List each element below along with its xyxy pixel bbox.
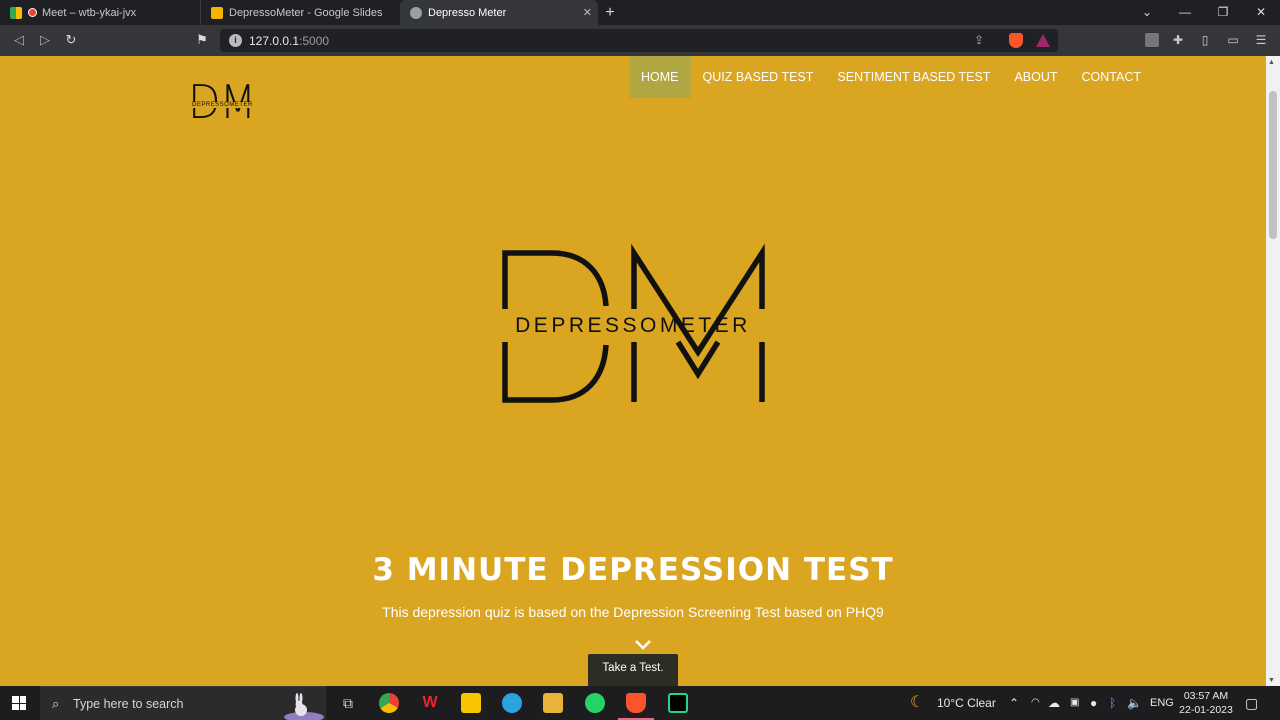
- browser-tab-strip: Meet – wtb-ykai-jvx DepressoMeter - Goog…: [0, 0, 1280, 25]
- minimize-icon[interactable]: —: [1166, 0, 1204, 25]
- taskbar-search[interactable]: ⌕ Type here to search: [40, 686, 326, 720]
- nav-contact[interactable]: CONTACT: [1070, 56, 1154, 98]
- web-page: DM DEPRESSOMETER HOME QUIZ BASED TEST SE…: [0, 56, 1266, 686]
- file-explorer-icon[interactable]: [543, 693, 563, 713]
- recording-icon: [28, 8, 37, 17]
- main-nav: HOME QUIZ BASED TEST SENTIMENT BASED TES…: [629, 56, 1153, 98]
- moon-weather-icon: ☾: [910, 694, 925, 711]
- logo-word: DEPRESSOMETER: [191, 102, 254, 108]
- maximize-icon[interactable]: ❐: [1204, 0, 1242, 25]
- address-bar[interactable]: i 127.0.0.1:5000 ⇪: [220, 29, 1058, 52]
- pycharm-icon[interactable]: [668, 693, 688, 713]
- nav-quiz-based-test[interactable]: QUIZ BASED TEST: [691, 56, 826, 98]
- hero-title: 3 MINUTE DEPRESSION TEST: [372, 552, 894, 588]
- show-hidden-icons[interactable]: ⌃: [1009, 686, 1019, 720]
- tab-title: Meet – wtb-ykai-jvx: [42, 6, 137, 19]
- site-logo[interactable]: DM DEPRESSOMETER: [188, 79, 256, 127]
- language-indicator[interactable]: ENG: [1150, 686, 1174, 720]
- new-tab-button[interactable]: +: [598, 0, 622, 25]
- close-tab-icon[interactable]: ✕: [583, 6, 592, 19]
- search-icon: ⌕: [52, 696, 60, 711]
- onedrive-icon[interactable]: ☁: [1048, 686, 1060, 720]
- puzzle-icon[interactable]: ✚: [1171, 33, 1185, 47]
- scrollbar-thumb[interactable]: [1269, 91, 1277, 239]
- search-placeholder: Type here to search: [73, 697, 184, 711]
- take-test-button[interactable]: Take a Test.: [588, 654, 678, 686]
- nav-home[interactable]: HOME: [629, 56, 691, 98]
- whatsapp-icon[interactable]: [585, 693, 605, 713]
- reload-icon[interactable]: ↻: [63, 32, 79, 48]
- nav-about[interactable]: ABOUT: [1002, 56, 1069, 98]
- nav-sentiment-based-test[interactable]: SENTIMENT BASED TEST: [825, 56, 1002, 98]
- url-text: 127.0.0.1:5000: [249, 34, 330, 48]
- windows-taskbar: ⌕ Type here to search ⧉ W ☾ 10°C Clear ⌃…: [0, 686, 1280, 720]
- extension-icon[interactable]: [1145, 33, 1159, 47]
- close-window-icon[interactable]: ✕: [1242, 0, 1280, 25]
- tab-google-slides[interactable]: DepressoMeter - Google Slides: [200, 0, 400, 25]
- bookmark-icon[interactable]: ⚑: [194, 32, 210, 48]
- weather-text[interactable]: 10°C Clear: [937, 686, 996, 720]
- notifications-icon[interactable]: ▢: [1245, 686, 1258, 720]
- share-icon[interactable]: ⇪: [974, 33, 984, 47]
- tab-meet[interactable]: Meet – wtb-ykai-jvx: [0, 0, 200, 25]
- device-icon[interactable]: ▣: [1070, 686, 1079, 720]
- windows-start-icon[interactable]: [12, 696, 26, 710]
- microphone-icon[interactable]: ●: [1090, 686, 1097, 720]
- back-icon[interactable]: ◁: [11, 32, 27, 48]
- taskbar-clock[interactable]: 03:57 AM 22-01-2023: [1175, 689, 1237, 717]
- brave-browser-icon[interactable]: [618, 693, 654, 720]
- bluetooth-icon[interactable]: ᛒ: [1109, 686, 1116, 720]
- globe-icon: [410, 6, 422, 19]
- brave-rewards-icon[interactable]: [1036, 34, 1050, 47]
- slides-icon: [211, 6, 223, 19]
- chrome-icon[interactable]: [379, 693, 399, 713]
- tab-title: Depresso Meter: [428, 6, 507, 19]
- window-controls: ⌄ — ❐ ✕: [1128, 0, 1280, 25]
- hero-logo-word: DEPRESSOMETER: [515, 314, 751, 337]
- telegram-icon[interactable]: [502, 693, 522, 713]
- tab-title: DepressoMeter - Google Slides: [229, 6, 383, 19]
- tab-depresso-meter[interactable]: Depresso Meter ✕: [400, 0, 598, 25]
- hero-subtitle: This depression quiz is based on the Dep…: [382, 604, 884, 620]
- site-info-icon[interactable]: i: [229, 34, 242, 47]
- scroll-down-icon[interactable]: ▼: [1268, 677, 1275, 684]
- clock-time: 03:57 AM: [1183, 690, 1229, 702]
- network-icon[interactable]: ◠: [1031, 686, 1040, 720]
- browser-toolbar: ◁ ▷ ↻ ⚑ i 127.0.0.1:5000 ⇪ ✚ ▯ ▭ ☰: [0, 25, 1280, 56]
- chevron-down-icon[interactable]: [634, 639, 652, 651]
- tab-search-icon[interactable]: ⌄: [1128, 0, 1166, 25]
- wps-office-icon[interactable]: W: [420, 693, 440, 713]
- scroll-up-icon[interactable]: ▲: [1268, 59, 1275, 66]
- wallet-icon[interactable]: ▭: [1226, 33, 1240, 47]
- task-view-icon[interactable]: ⧉: [338, 693, 358, 713]
- hero-logo: DEPRESSOMETER: [500, 244, 766, 404]
- meet-icon: [10, 6, 22, 19]
- menu-icon[interactable]: ☰: [1254, 33, 1268, 47]
- clock-date: 22-01-2023: [1179, 704, 1233, 716]
- search-highlight-image: [284, 693, 324, 720]
- volume-icon[interactable]: 🔈: [1127, 686, 1142, 720]
- forward-icon[interactable]: ▷: [37, 32, 53, 48]
- page-scrollbar[interactable]: ▲ ▼: [1266, 56, 1280, 686]
- sticky-notes-icon[interactable]: [461, 693, 481, 713]
- brave-shields-icon[interactable]: [1009, 33, 1023, 48]
- sidebar-icon[interactable]: ▯: [1198, 33, 1212, 47]
